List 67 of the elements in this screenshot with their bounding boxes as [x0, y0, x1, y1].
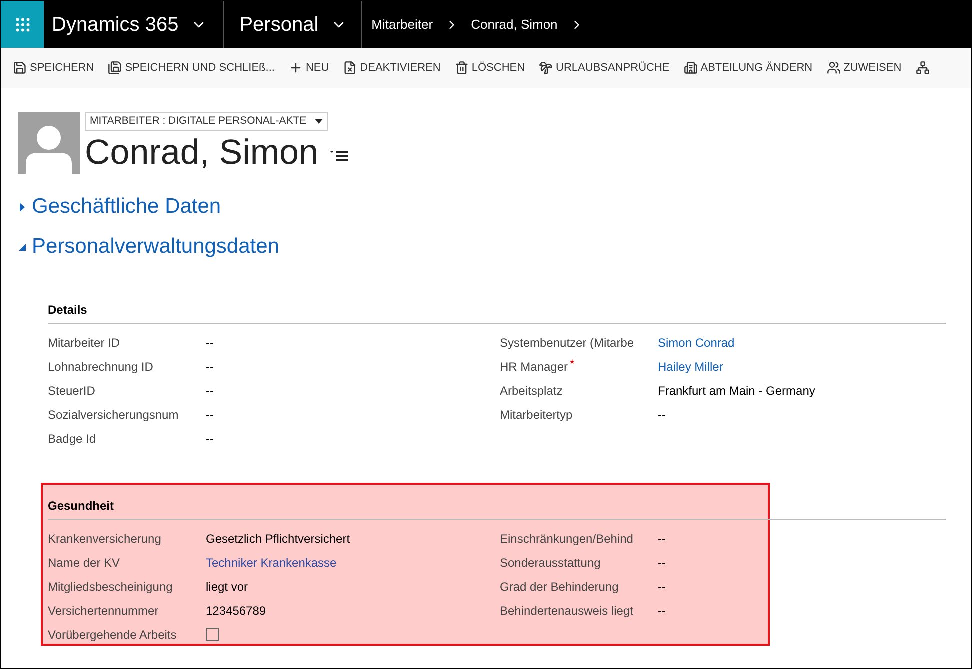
command-button[interactable]: URLAUBSANPRÜCHE [539, 60, 670, 76]
field-value: -- [206, 431, 214, 448]
building-icon [684, 61, 698, 75]
field-label: Mitarbeiter ID [48, 335, 120, 352]
trash-icon [454, 61, 469, 75]
field-label: Vorübergehende Arbeits [48, 627, 177, 644]
command-button[interactable]: SPEICHERN [13, 60, 94, 76]
palm-tree-icon [539, 61, 554, 75]
caret-right-icon [19, 202, 26, 212]
field-label: Einschränkungen/Behind [500, 531, 634, 548]
grid-icon [14, 16, 32, 34]
field-label: Systembenutzer (Mitarbe [500, 335, 634, 352]
required-mark: * [570, 358, 575, 370]
command-button[interactable]: ZUWEISEN [826, 60, 902, 76]
field-label: SteuerID [48, 383, 96, 400]
record-title: Conrad, Simon [85, 132, 318, 174]
caret-icon [314, 119, 323, 124]
command-button[interactable]: NEU [288, 60, 330, 76]
plus-icon [288, 61, 303, 75]
field-value: -- [658, 579, 666, 596]
field-link[interactable]: Simon Conrad [658, 334, 735, 352]
field-value: Frankfurt am Main - Germany [658, 383, 816, 400]
field-value: -- [206, 335, 214, 352]
field-value: -- [658, 531, 666, 548]
field-label: Versichertennummer [48, 603, 159, 620]
field-link[interactable]: Hailey Miller [658, 358, 724, 376]
field-label: Sonderausstattung [500, 555, 601, 572]
field-value: -- [658, 603, 666, 620]
floppy-disks-icon [108, 61, 122, 75]
field-value: -- [658, 407, 666, 424]
checkbox[interactable] [206, 628, 219, 641]
command-button[interactable]: SPEICHERN UND SCHLIEß... [108, 60, 275, 76]
field-value: 123456789 [206, 603, 266, 620]
people-icon [826, 61, 841, 75]
field-label: Name der KV [48, 555, 120, 572]
field-label: Lohnabrechnung ID [48, 359, 154, 376]
field-label: Grad der Behinderung [500, 579, 619, 596]
breadcrumb-link[interactable]: Mitarbeiter [372, 14, 434, 34]
command-button[interactable]: DEAKTIVIEREN [343, 60, 441, 76]
field-label: Badge Id [48, 431, 96, 448]
field-label: Mitarbeitertyp [500, 407, 573, 424]
app-launcher-button[interactable] [1, 1, 44, 48]
field-label: Arbeitsplatz [500, 383, 563, 400]
field-value: -- [658, 555, 666, 572]
field-label: HR Manager [500, 359, 568, 376]
field-label: Mitgliedsbescheinigung [48, 579, 173, 596]
field-value: -- [206, 383, 214, 400]
field-value: -- [206, 359, 214, 376]
list-menu-icon[interactable] [330, 150, 348, 162]
field-link[interactable]: Techniker Krankenkasse [206, 554, 337, 572]
command-button[interactable]: LÖSCHEN [454, 60, 526, 76]
section-toggle[interactable]: Geschäftliche Daten [19, 187, 971, 227]
field-value: Gesetzlich Pflichtversichert [206, 531, 350, 548]
field-label: Behindertenausweis liegt [500, 603, 634, 620]
hierarchy-icon[interactable] [916, 61, 930, 75]
field-value: -- [206, 407, 214, 424]
command-button[interactable]: ABTEILUNG ÄNDERN [684, 60, 813, 76]
form-selector[interactable]: MITARBEITER : DIGITALE PERSONAL-AKTE [85, 112, 328, 131]
section-heading: Details [48, 303, 88, 317]
field-label: Sozialversicherungsnum [48, 407, 179, 424]
field-value: liegt vor [206, 579, 248, 596]
document-x-icon [343, 61, 358, 75]
section-toggle[interactable]: Personalverwaltungsdaten [19, 227, 971, 267]
field-label: Krankenversicherung [48, 531, 162, 548]
section-heading: Gesundheit [48, 499, 114, 513]
caret-down-icon [19, 242, 26, 252]
breadcrumb-link[interactable]: Conrad, Simon [471, 14, 558, 34]
